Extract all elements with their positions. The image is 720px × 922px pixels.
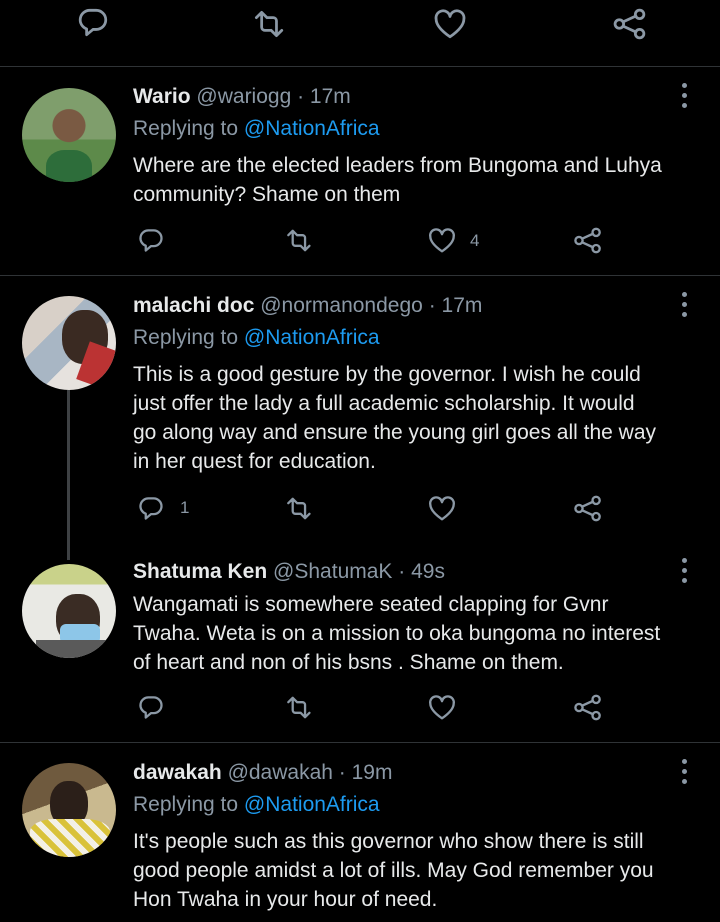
retweet-icon[interactable] [283,227,313,254]
tweet-text: Wangamati is somewhere seated clapping f… [133,590,693,677]
more-options-icon[interactable] [676,83,692,111]
tweet-text-line: Twaha. Weta is on a mission to oka bungo… [133,622,661,645]
retweet-icon[interactable] [283,694,313,721]
reply-icon[interactable] [76,6,110,38]
tweet-text: It's people such as this governor who sh… [133,827,693,914]
author-name[interactable]: Wario [133,85,191,108]
reply-count: 1 [180,498,190,517]
author-name[interactable]: Shatuma Ken [133,560,267,583]
replying-to: Replying to @NationAfrica [133,117,380,141]
like-count: 4 [470,231,480,250]
tweet-time: · 17m [428,294,483,317]
more-options-icon[interactable] [676,759,692,787]
share-icon[interactable] [573,694,603,721]
like-icon[interactable] [427,227,457,254]
avatar[interactable] [22,296,116,390]
author-handle[interactable]: @wariogg [196,85,291,108]
replying-prefix: Replying to [133,326,244,349]
tweet-text-line: Where are the elected leaders from Bungo… [133,154,662,177]
share-icon[interactable] [573,227,603,254]
tweet-header: Shatuma Ken @ShatumaK · 49s [133,560,445,584]
tweet-text-line: It's people such as this governor who sh… [133,830,644,853]
tweet-header: malachi doc @normanondego · 17m [133,294,482,318]
tweet-time: · 17m [297,85,351,108]
replying-to-link[interactable]: @NationAfrica [244,793,380,816]
share-icon[interactable] [612,8,648,40]
tweet-2[interactable]: malachi doc @normanondego · 17m Replying… [0,276,720,540]
reply-icon[interactable] [137,226,165,254]
tweet-text-line: go along way and ensure the young girl g… [133,421,657,444]
tweet-text: This is a good gesture by the governor. … [133,360,693,476]
tweet-text-line: good people amidst a lot of ills. May Go… [133,859,654,882]
tweet-time: · 19m [338,761,393,784]
replying-to-link[interactable]: @NationAfrica [244,117,380,140]
like-icon[interactable] [432,8,468,40]
tweet-time: · 49s [398,560,445,583]
more-options-icon[interactable] [676,558,692,586]
avatar[interactable] [22,564,116,658]
tweet-text-line: Hon Twaha in your hour of need. [133,888,438,911]
tweet-text-line: Wangamati is somewhere seated clapping f… [133,593,609,616]
author-handle[interactable]: @dawakah [228,761,333,784]
tweet-3[interactable]: Shatuma Ken @ShatumaK · 49s Wangamati is… [0,540,720,742]
replying-prefix: Replying to [133,793,244,816]
like-icon[interactable] [427,694,457,721]
tweet-text-line: just offer the lady a full academic scho… [133,392,635,415]
tweet-header: Wario @wariogg · 17m [133,85,351,109]
tweet-text-line: community? Shame on them [133,183,401,206]
share-icon[interactable] [573,495,603,522]
avatar[interactable] [22,88,116,182]
author-name[interactable]: dawakah [133,761,222,784]
replying-to: Replying to @NationAfrica [133,326,380,350]
retweet-icon[interactable] [250,8,286,40]
tweet-1[interactable]: Wario @wariogg · 17m Replying to @Nation… [0,67,720,275]
tweet-text: Where are the elected leaders from Bungo… [133,151,693,209]
like-icon[interactable] [427,495,457,522]
more-options-icon[interactable] [676,292,692,320]
reply-icon[interactable] [137,494,165,522]
author-name[interactable]: malachi doc [133,294,254,317]
tweet-header: dawakah @dawakah · 19m [133,761,392,785]
author-handle[interactable]: @normanondego [260,294,423,317]
reply-icon[interactable] [137,693,165,721]
tweet-4[interactable]: dawakah @dawakah · 19m Replying to @Nati… [0,743,720,922]
avatar[interactable] [22,763,116,857]
replying-to: Replying to @NationAfrica [133,793,380,817]
tweet-text-line: of heart and non of his bsns . Shame on … [133,651,564,674]
author-handle[interactable]: @ShatumaK [273,560,392,583]
retweet-icon[interactable] [283,495,313,522]
replying-prefix: Replying to [133,117,244,140]
replying-to-link[interactable]: @NationAfrica [244,326,380,349]
tweet-text-line: in her quest for education. [133,450,376,473]
tweet-text-line: This is a good gesture by the governor. … [133,363,641,386]
